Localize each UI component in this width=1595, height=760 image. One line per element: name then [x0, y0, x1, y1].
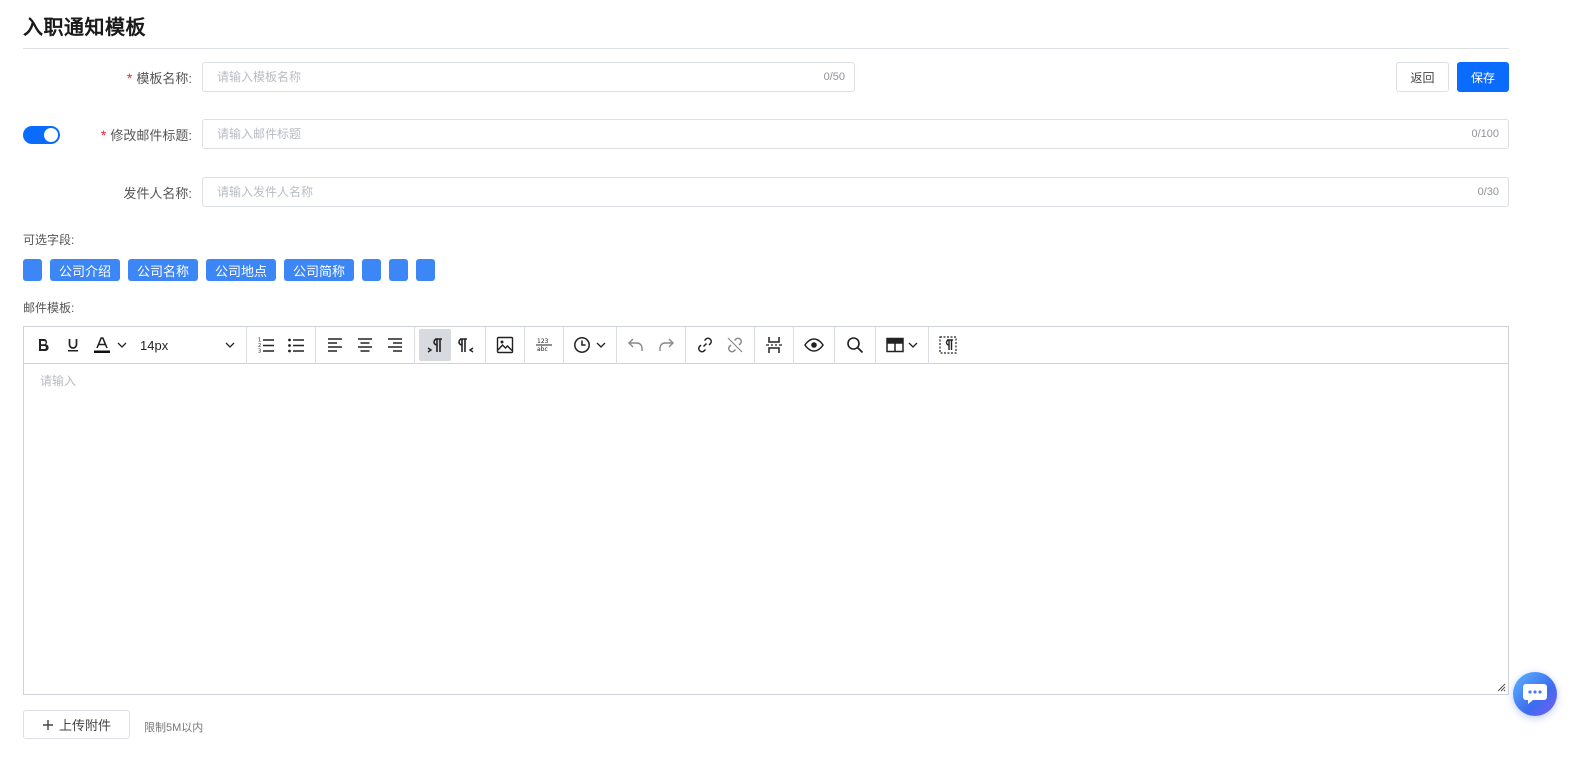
- optional-fields-label: 可选字段:: [23, 233, 75, 247]
- rtl-icon: [458, 338, 474, 353]
- sender-name-label: 发件人名称:: [123, 186, 192, 201]
- upload-button-label: 上传附件: [58, 718, 111, 733]
- chevron-down-icon: [225, 342, 235, 348]
- email-template-label: 邮件模板:: [23, 301, 75, 315]
- toggle-knob: [44, 128, 58, 142]
- field-tag[interactable]: [23, 259, 42, 281]
- required-mark: *: [126, 70, 133, 86]
- svg-text:3: 3: [258, 349, 261, 355]
- email-subject-label: * 修改邮件标题:: [100, 127, 192, 143]
- search-icon: [847, 337, 864, 354]
- edit-subject-toggle[interactable]: [23, 126, 60, 144]
- table-icon: [885, 337, 904, 353]
- show-blocks-icon: [939, 336, 957, 354]
- bullet-list-button[interactable]: [281, 329, 311, 361]
- table-button[interactable]: [880, 329, 924, 361]
- svg-text:123: 123: [537, 338, 549, 345]
- datetime-icon: [574, 337, 590, 353]
- chevron-down-icon: [908, 342, 917, 348]
- sender-name-counter: 0/30: [1477, 186, 1499, 198]
- align-right-button[interactable]: [380, 329, 410, 361]
- ltr-icon: [427, 338, 442, 353]
- save-button[interactable]: 保存: [1457, 62, 1509, 92]
- template-name-field[interactable]: 0/50: [202, 62, 855, 92]
- email-subject-input[interactable]: [203, 120, 1508, 148]
- image-icon: [496, 336, 514, 354]
- underline-icon: [68, 339, 78, 352]
- back-button[interactable]: 返回: [1396, 62, 1449, 92]
- title-divider: [23, 48, 1509, 49]
- preview-button[interactable]: [798, 329, 830, 361]
- editor-placeholder: 请输入: [40, 374, 77, 388]
- remove-link-button[interactable]: [720, 329, 750, 361]
- font-size-value: 14px: [140, 337, 169, 353]
- field-tag-company-intro[interactable]: 公司介绍: [50, 259, 121, 281]
- align-center-button[interactable]: [350, 329, 380, 361]
- upload-attachment-button[interactable]: 上传附件: [23, 710, 130, 739]
- link-icon: [698, 337, 712, 353]
- unlink-icon: [727, 337, 743, 353]
- chat-bubble-icon: [1523, 684, 1547, 704]
- preview-icon: [804, 338, 824, 352]
- field-tag[interactable]: [389, 259, 409, 281]
- align-center-icon: [358, 338, 372, 352]
- ltr-button[interactable]: [419, 329, 451, 361]
- insert-link-button[interactable]: [690, 329, 720, 361]
- align-left-icon: [328, 338, 342, 352]
- chat-assistant-button[interactable]: [1513, 672, 1557, 716]
- ordered-list-icon: 123: [258, 338, 274, 355]
- bullet-list-icon: [288, 338, 304, 353]
- field-tag-company-location[interactable]: 公司地点: [206, 259, 277, 281]
- field-tag[interactable]: [416, 259, 436, 281]
- search-replace-button[interactable]: [839, 329, 871, 361]
- sender-name-input[interactable]: [203, 178, 1508, 206]
- align-right-icon: [388, 338, 402, 352]
- word-count-icon: 123abc: [536, 338, 552, 353]
- font-color-button[interactable]: [88, 329, 132, 361]
- plus-icon: [42, 719, 53, 730]
- word-count-button[interactable]: 123 abc: [529, 329, 559, 361]
- editor-toolbar: 14px 123 123 abc: [24, 326, 1508, 364]
- ordered-list-button[interactable]: 123: [251, 329, 281, 361]
- sender-name-field[interactable]: 0/30: [202, 177, 1509, 207]
- redo-icon: [659, 338, 674, 351]
- rtl-button[interactable]: [451, 329, 481, 361]
- template-name-input[interactable]: [203, 63, 854, 91]
- show-blocks-button[interactable]: [933, 329, 963, 361]
- svg-text:abc: abc: [537, 346, 548, 353]
- page-break-icon: [766, 337, 782, 353]
- optional-field-tags: 公司介绍 公司名称 公司地点 公司简称: [23, 259, 436, 281]
- insert-image-button[interactable]: [490, 329, 520, 361]
- field-tag-company-name[interactable]: 公司名称: [128, 259, 199, 281]
- underline-button[interactable]: [58, 329, 88, 361]
- template-name-counter: 0/50: [823, 71, 845, 83]
- editor-content-area[interactable]: 请输入: [24, 364, 1508, 694]
- field-tag[interactable]: [362, 259, 382, 281]
- page-title: 入职通知模板: [23, 17, 146, 39]
- page-break-button[interactable]: [759, 329, 789, 361]
- undo-button[interactable]: [621, 329, 651, 361]
- bold-button[interactable]: [28, 329, 58, 361]
- redo-button[interactable]: [651, 329, 681, 361]
- undo-icon: [628, 338, 643, 351]
- field-tag-company-short-name[interactable]: 公司简称: [284, 259, 355, 281]
- required-mark: *: [100, 127, 107, 143]
- font-color-icon: [94, 337, 110, 353]
- email-subject-counter: 0/100: [1471, 128, 1499, 140]
- email-subject-field[interactable]: 0/100: [202, 119, 1509, 149]
- insert-datetime-button[interactable]: [568, 329, 612, 361]
- chevron-down-icon: [117, 342, 127, 348]
- chevron-down-icon: [596, 342, 606, 348]
- template-name-label: * 模板名称:: [126, 70, 192, 86]
- rich-text-editor: 14px 123 123 abc 请输入: [23, 326, 1509, 695]
- bold-icon: [39, 339, 49, 352]
- resize-handle-icon[interactable]: [1496, 682, 1506, 692]
- upload-size-hint: 限制5M以内: [144, 722, 204, 734]
- font-size-select[interactable]: 14px: [132, 329, 242, 361]
- align-left-button[interactable]: [320, 329, 350, 361]
